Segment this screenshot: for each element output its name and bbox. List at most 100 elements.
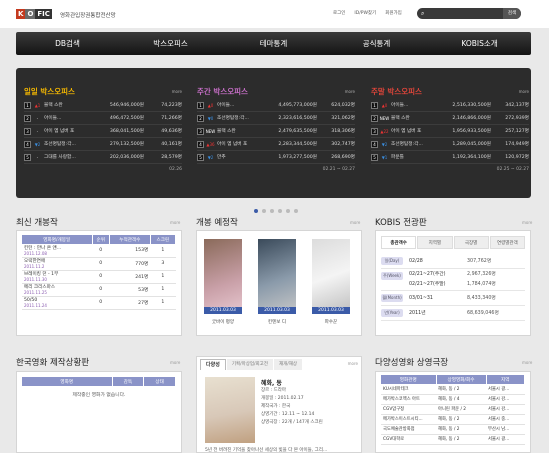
table-row[interactable]: KU시네마테크 혜화, 동 / 2 서울시 광... [381, 384, 525, 395]
tab-diversity[interactable]: 다양성 [200, 359, 226, 370]
movie-name[interactable]: 블랙 스완 [391, 112, 441, 124]
tab-total[interactable]: 총관객수 [381, 236, 417, 249]
tab-region[interactable]: 지역별 [417, 236, 453, 249]
nav-db-search[interactable]: DB검색 [16, 32, 119, 55]
upcoming-poster-1[interactable] [204, 239, 242, 314]
movie-name[interactable]: 아이 엠 넘버 포 [217, 138, 267, 150]
search-input[interactable]: ⌕ 검색 [417, 8, 521, 19]
boxoffice-row[interactable]: 5- 그대를 사랑합... 202,036,000원 28,579명 [24, 151, 182, 164]
nav-official-stats[interactable]: 공식통계 [325, 32, 428, 55]
upcoming-poster-2[interactable] [258, 239, 296, 314]
movie-name[interactable]: 아이 엠 넘버 포 [44, 125, 94, 137]
signup-link[interactable]: 회원가입 [385, 10, 402, 16]
carousel-dot[interactable] [294, 209, 298, 213]
boxoffice-row[interactable]: 2 NEW 블랙 스완 2,146,866,000원 272,939명 [371, 112, 529, 125]
movie-name[interactable]: 아이들... [217, 99, 267, 111]
table-row[interactable]: 오락한연애 2011.11.2 0 770명 3 [22, 257, 176, 271]
table-row[interactable]: 50/50 2011.11.24 0 27명 1 [22, 296, 176, 310]
boxoffice-row[interactable]: 5 ▼1 파운틀 1,192,364,100원 120,972명 [371, 151, 529, 164]
boxoffice-more[interactable]: more [345, 89, 355, 94]
col-header: 영화관명 [381, 375, 437, 384]
boxoffice-more[interactable]: more [172, 89, 182, 94]
table-row[interactable]: 메가박스코엑스 아트 혜화, 동 / 4 서울시 강... [381, 394, 525, 405]
boxoffice-row[interactable]: 3 NEW 블랙 스완 2,479,635,500원 318,306명 [197, 125, 355, 138]
boxoffice-row[interactable]: 5 ▼2 만추 1,973,277,500원 268,690명 [197, 151, 355, 164]
col-header: 지역 [486, 375, 525, 384]
weekly-boxoffice: 주간 박스오피스 more 1 ▲0 아이들... 4,495,773,000원 624,0… [197, 86, 355, 172]
tab-rerelease[interactable]: 재개/재상 [273, 359, 303, 370]
theater-name[interactable]: 국도예술관방화점 [381, 424, 436, 435]
boxoffice-row[interactable]: 1 ▲0 아이들... 4,495,773,000원 624,032명 [197, 99, 355, 112]
kobis-more[interactable]: more [522, 220, 532, 225]
movie-name[interactable]: 블랙 스완 [44, 99, 94, 111]
movie-name[interactable]: 조선명탐정:각... [391, 138, 441, 150]
table-row[interactable]: 브레이킹 던 - 1부 2011.11.30 0 241명 1 [22, 270, 176, 284]
poster-title[interactable]: 굿바이 평양 [204, 319, 242, 325]
poster-title[interactable]: 킨텐보 디 [258, 319, 296, 325]
theater-name[interactable]: 메가박스이스트시티... [381, 414, 436, 425]
carousel-dot[interactable] [254, 209, 258, 213]
nav-kobis-intro[interactable]: KOBIS소개 [428, 32, 531, 55]
boxoffice-row[interactable]: 3 ▲22 아이 엠 넘버 포 1,956,933,500원 257,127명 [371, 125, 529, 138]
kofic-logo[interactable]: K O FIC [16, 9, 52, 19]
table-row[interactable]: 킨턴 : 만나 온 앤... 2011.12.08 0 153명 1 [22, 244, 176, 258]
carousel-dot[interactable] [278, 209, 282, 213]
boxoffice-row[interactable]: 2- 아이들... 496,472,500원 71,266명 [24, 112, 182, 125]
theater-name[interactable]: 메가박스코엑스 아트 [381, 394, 436, 405]
theater-name[interactable]: CGV대학로 [381, 434, 436, 445]
movie-name[interactable]: 파운틀 [391, 151, 441, 163]
release-date: 2011.11.24 [24, 302, 47, 308]
tab-planning[interactable]: 기획/마상업/회고전 [226, 359, 273, 370]
movie-name[interactable]: 아이들... [44, 112, 94, 124]
table-row[interactable]: 메가박스이스트시티... 혜화, 동 / 2 서울시 중... [381, 414, 525, 425]
movie-name[interactable]: 블랙 스완 [217, 125, 267, 137]
boxoffice-row[interactable]: 1 ▲0 아이들... 2,516,330,500원 342,137명 [371, 99, 529, 112]
boxoffice-row[interactable]: 1 ▲1 블랙 스완 546,946,000원 74,223명 [24, 99, 182, 112]
film-poster[interactable] [205, 377, 255, 443]
theater-name[interactable]: CGV압구정 [381, 404, 436, 415]
upcoming-poster-3[interactable] [312, 239, 350, 314]
theater-name[interactable]: KU시네마테크 [381, 384, 436, 395]
table-row[interactable]: 메리 크리스마스 2011.11.25 0 53명 1 [22, 283, 176, 297]
table-row[interactable]: CGV대학로 혜화, 동 / 2 서울시 광... [381, 434, 525, 445]
sales: 1,956,933,500원 [452, 129, 491, 134]
tab-age[interactable]: 연령별관객 [489, 236, 525, 249]
movie-name[interactable]: 아이 엠 넘버 포 [391, 125, 441, 137]
nav-theme-stats[interactable]: 테마통계 [222, 32, 325, 55]
film-name[interactable]: 혜화, 동 [261, 378, 282, 387]
table-row[interactable]: 국도예술관방화점 혜화, 동 / 2 부산시 남... [381, 424, 525, 435]
carousel-dot[interactable] [262, 209, 266, 213]
sales: 2,283,344,500원 [278, 142, 317, 147]
boxoffice-row[interactable]: 4 ▲36 아이 엠 넘버 포 2,283,344,500원 302,747명 [197, 138, 355, 151]
rank-change: ▼1 [381, 155, 388, 160]
movie-name[interactable]: 만추 [217, 151, 267, 163]
boxoffice-row[interactable]: 2 ▼0 조선명탐정:각... 2,323,616,500원 321,062명 [197, 112, 355, 125]
nav-boxoffice[interactable]: 박스오피스 [119, 32, 222, 55]
theater-movie: 혜화, 동 / 2 [436, 434, 486, 445]
boxoffice-row[interactable]: 4 ▼2 조선명탐정:각... 279,132,500원 40,161명 [24, 138, 182, 151]
rank-cell: 0 [92, 270, 110, 284]
search-button[interactable]: 검색 [503, 8, 521, 19]
movie-name[interactable]: 아이들... [391, 99, 441, 111]
movie-name[interactable]: 조선명탐정:각... [44, 138, 94, 150]
diversity-more[interactable]: more [348, 361, 358, 366]
sales: 2,323,616,500원 [278, 116, 317, 121]
carousel-dot[interactable] [270, 209, 274, 213]
boxoffice-row[interactable]: 3- 아이 엠 넘버 포 368,041,500원 49,636명 [24, 125, 182, 138]
carousel-dot[interactable] [286, 209, 290, 213]
movie-name[interactable]: 조선명탐정:각... [217, 112, 267, 124]
production-more[interactable]: more [170, 360, 180, 365]
audience: 342,137명 [505, 103, 529, 108]
table-row[interactable]: CGV압구정 아니린 파운 / 2 서울시 강... [381, 404, 525, 415]
find-id-link[interactable]: ID/PW찾기 [354, 10, 376, 16]
upcoming-more[interactable]: more [350, 220, 360, 225]
boxoffice-row[interactable]: 4 ▼2 조선명탐정:각... 1,289,045,000원 174,949명 [371, 138, 529, 151]
tab-theater[interactable]: 극장별 [453, 236, 489, 249]
theaters-more[interactable]: more [522, 360, 532, 365]
login-link[interactable]: 로그인 [333, 10, 345, 16]
movie-name[interactable]: 그대를 사랑합... [44, 151, 94, 163]
release-date: 2011.11.25 [24, 290, 47, 295]
boxoffice-more[interactable]: more [519, 89, 529, 94]
poster-title[interactable]: 파수꾼 [312, 319, 350, 325]
new-films-more[interactable]: more [170, 220, 180, 225]
